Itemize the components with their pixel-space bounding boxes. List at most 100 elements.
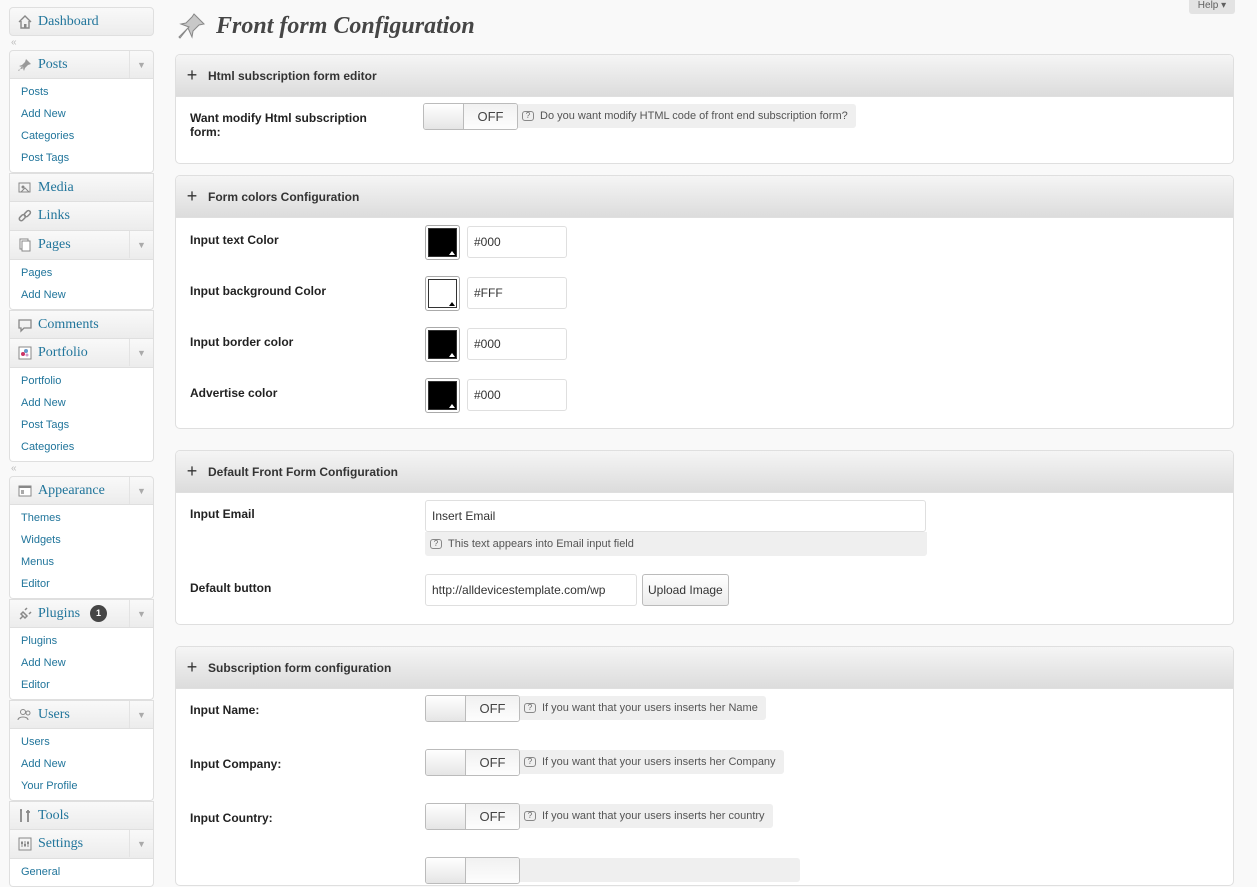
plus-icon[interactable]: +	[176, 657, 208, 678]
plus-icon[interactable]: +	[176, 186, 208, 207]
submenu-item[interactable]: Add New	[10, 284, 153, 306]
plus-icon[interactable]: +	[176, 65, 208, 86]
menu-group-pages: Pages ▼ Pages Add New	[9, 231, 154, 310]
menu-label: Comments	[38, 316, 99, 332]
submenu-pages: Pages Add New	[9, 260, 154, 310]
tooltip	[520, 858, 800, 882]
submenu-item[interactable]: Add New	[10, 392, 153, 414]
help-bubble-icon: ?	[522, 111, 534, 121]
submenu-item[interactable]: Categories	[10, 436, 153, 458]
submenu-item[interactable]: Add New	[10, 753, 153, 775]
help-label: Help	[1197, 0, 1219, 11]
tooltip: ? If you want that your users inserts he…	[520, 750, 784, 774]
color-swatch[interactable]	[425, 327, 460, 362]
input-company-toggle[interactable]: OFF	[425, 749, 520, 776]
color-input[interactable]: #000	[467, 328, 567, 360]
submenu-item[interactable]: Post Tags	[10, 147, 153, 169]
help-bubble-icon: ?	[524, 811, 536, 821]
plug-icon	[16, 605, 34, 623]
submenu-item[interactable]: Editor	[10, 573, 153, 595]
menu-plugins[interactable]: Plugins 1 ▼	[9, 599, 154, 628]
submenu-item[interactable]: Themes	[10, 507, 153, 529]
panel-header[interactable]: + Subscription form configuration	[176, 647, 1233, 689]
tooltip-text: If you want that your users inserts her …	[542, 810, 765, 822]
help-bubble-icon: ?	[524, 703, 536, 713]
collapse-icon[interactable]: «	[11, 463, 17, 474]
color-swatch[interactable]	[425, 378, 460, 413]
panel-default-form: + Default Front Form Configuration Input…	[175, 450, 1234, 625]
menu-users[interactable]: Users ▼	[9, 700, 154, 729]
swatch-fill	[428, 330, 457, 359]
toggle-value: OFF	[466, 750, 519, 775]
toggle-value: OFF	[464, 104, 517, 129]
color-input[interactable]: #000	[467, 226, 567, 258]
submenu-item[interactable]: Add New	[10, 652, 153, 674]
menu-label: Pages	[38, 237, 71, 252]
swatch-fill	[428, 279, 457, 308]
menu-tools[interactable]: Tools	[9, 801, 154, 830]
submenu-item[interactable]: Plugins	[10, 630, 153, 652]
chevron-down-icon[interactable]: ▼	[129, 600, 153, 627]
submenu-item[interactable]: General	[10, 861, 153, 883]
submenu-item[interactable]: Editor	[10, 674, 153, 696]
menu-posts[interactable]: Posts ▼	[9, 50, 154, 79]
chevron-down-icon[interactable]: ▼	[129, 51, 153, 78]
submenu-item[interactable]: Menus	[10, 551, 153, 573]
menu-links[interactable]: Links	[9, 202, 154, 231]
submenu-item[interactable]: Categories	[10, 125, 153, 147]
menu-settings[interactable]: Settings ▼	[9, 830, 154, 859]
page-header: Front form Configuration	[176, 6, 475, 46]
submenu-item[interactable]: Users	[10, 731, 153, 753]
menu-label: Settings	[38, 836, 84, 851]
submenu-item[interactable]: Portfolio	[10, 370, 153, 392]
input-name-toggle[interactable]: OFF	[425, 695, 520, 722]
plus-icon[interactable]: +	[176, 461, 208, 482]
menu-pages[interactable]: Pages ▼	[9, 231, 154, 260]
settings-icon	[16, 835, 34, 853]
menu-label: Media	[38, 179, 74, 195]
users-icon	[16, 706, 34, 724]
color-swatch[interactable]	[425, 276, 460, 311]
panel-header[interactable]: + Default Front Form Configuration	[176, 451, 1233, 493]
color-input[interactable]: #000	[467, 379, 567, 411]
menu-media[interactable]: Media	[9, 173, 154, 202]
toggle-knob	[426, 804, 466, 829]
menu-appearance[interactable]: Appearance ▼	[9, 476, 154, 505]
upload-image-button[interactable]: Upload Image	[642, 574, 729, 606]
email-placeholder-input[interactable]: Insert Email	[425, 500, 926, 532]
collapse-icon[interactable]: «	[11, 37, 17, 48]
chevron-down-icon[interactable]: ▼	[129, 701, 153, 728]
help-tab[interactable]: Help ▾	[1189, 0, 1235, 14]
field-label: Input Country:	[190, 811, 273, 825]
submenu-item[interactable]: Widgets	[10, 529, 153, 551]
toggle-knob	[426, 858, 466, 883]
panel-form-colors: + Form colors Configuration Input text C…	[175, 175, 1234, 429]
field-label: Input Email	[190, 507, 255, 521]
chevron-down-icon[interactable]: ▼	[129, 339, 153, 366]
chevron-down-icon[interactable]: ▼	[129, 231, 153, 258]
menu-comments[interactable]: Comments	[9, 310, 154, 339]
submenu-item[interactable]: Pages	[10, 262, 153, 284]
toggle-value: OFF	[466, 696, 519, 721]
field-label: Input background Color	[190, 284, 326, 298]
html-modify-toggle[interactable]: OFF	[423, 103, 518, 130]
menu-portfolio[interactable]: Portfolio ▼	[9, 339, 154, 368]
panel-header[interactable]: + Html subscription form editor	[176, 55, 1233, 97]
menu-label: Dashboard	[38, 13, 99, 29]
panel-header[interactable]: + Form colors Configuration	[176, 176, 1233, 218]
submenu-item[interactable]: Add New	[10, 103, 153, 125]
partial-toggle[interactable]	[425, 857, 520, 884]
color-swatch[interactable]	[425, 225, 460, 260]
chevron-down-icon[interactable]: ▼	[129, 830, 153, 857]
appearance-icon	[16, 482, 34, 500]
input-country-toggle[interactable]: OFF	[425, 803, 520, 830]
submenu-item[interactable]: Your Profile	[10, 775, 153, 797]
chevron-down-icon[interactable]: ▼	[129, 477, 153, 504]
color-input[interactable]: #FFF	[467, 277, 567, 309]
menu-dashboard[interactable]: Dashboard	[9, 7, 154, 36]
menu-group-posts: Posts ▼ Posts Add New Categories Post Ta…	[9, 50, 154, 173]
toggle-knob	[424, 104, 464, 129]
button-image-url-input[interactable]: http://alldevicestemplate.com/wp	[425, 574, 637, 606]
submenu-item[interactable]: Posts	[10, 81, 153, 103]
submenu-item[interactable]: Post Tags	[10, 414, 153, 436]
